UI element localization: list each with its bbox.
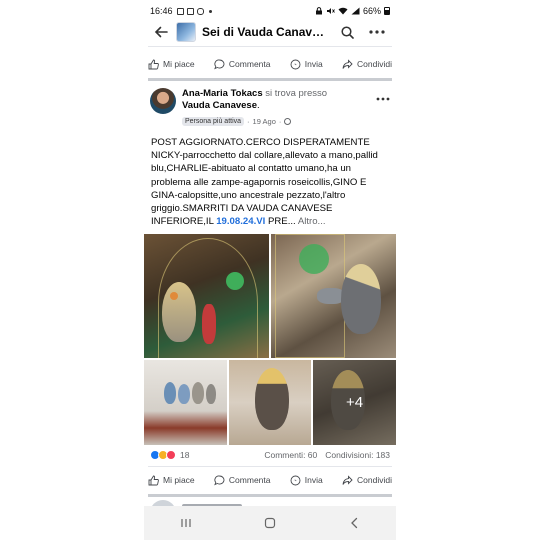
- reactions-row: 18 Commenti: 60 Condivisioni: 183: [150, 448, 390, 462]
- globe-icon: [284, 118, 292, 125]
- battery-percent: 66%: [362, 6, 381, 16]
- post-date-highlight: 19.08.24.VI: [216, 216, 266, 228]
- header-divider: [148, 46, 392, 47]
- recent-apps-icon: [181, 519, 191, 527]
- comment-label: Commenta: [228, 475, 271, 485]
- app-header: Sei di Vauda Canavese...: [144, 18, 396, 46]
- gallery-icon: [176, 7, 184, 15]
- share-button[interactable]: Condividi: [342, 58, 392, 70]
- author-avatar[interactable]: [150, 88, 176, 114]
- like-label: Mi piace: [163, 59, 195, 69]
- recent-apps-button[interactable]: [171, 511, 201, 535]
- engagement-counts: Commenti: 60 Condivisioni: 183: [264, 450, 390, 460]
- location-prefix: si trova presso: [265, 88, 328, 99]
- like-label: Mi piace: [163, 475, 195, 485]
- post-separator: [148, 78, 392, 81]
- post-text: POST AGGIORNATO.CERCO DISPERATAMENTE NIC…: [151, 137, 378, 228]
- home-icon: [264, 517, 276, 529]
- share-button[interactable]: Condividi: [342, 474, 392, 486]
- instagram-icon: [196, 7, 204, 15]
- back-arrow-icon: [154, 26, 168, 38]
- send-button[interactable]: Invia: [290, 475, 323, 486]
- top-contributor-badge: Persona più attiva: [182, 117, 245, 126]
- share-icon: [342, 58, 353, 69]
- send-button[interactable]: Invia: [290, 59, 323, 70]
- status-time: 16:46: [150, 6, 173, 16]
- top-action-bar: Mi piace Commenta Invia Condividi: [144, 53, 396, 75]
- author-name[interactable]: Ana-Maria Tokacs: [182, 88, 263, 99]
- chevron-left-icon: [351, 517, 358, 529]
- post-body: POST AGGIORNATO.CERCO DISPERATAMENTE NIC…: [151, 136, 388, 228]
- phone-screen: 16:46 66% Sei di Vauda Canavese...: [144, 0, 396, 540]
- post-header: Ana-Maria Tokacs si trova presso Vauda C…: [150, 88, 390, 130]
- photo-1[interactable]: [144, 234, 269, 358]
- messenger-icon: [290, 475, 301, 485]
- post-text-tail: PRE...: [265, 216, 296, 228]
- home-button[interactable]: [255, 511, 285, 535]
- system-icons: 66%: [315, 6, 390, 16]
- post-separator: [148, 494, 392, 497]
- battery-icon: [384, 7, 390, 15]
- reactions-count[interactable]: 18: [180, 450, 189, 460]
- photo-3[interactable]: [144, 360, 227, 445]
- more-horizontal-icon: [369, 30, 385, 34]
- search-button[interactable]: [336, 21, 358, 43]
- more-notifications-icon: [208, 9, 212, 13]
- author-line: Ana-Maria Tokacs si trova presso Vauda C…: [182, 88, 328, 111]
- photo-4[interactable]: [229, 360, 311, 445]
- like-button[interactable]: Mi piace: [148, 59, 195, 70]
- like-button[interactable]: Mi piace: [148, 475, 195, 486]
- nav-back-button[interactable]: [339, 511, 369, 535]
- see-more-link[interactable]: Altro...: [298, 216, 326, 227]
- comment-button[interactable]: Commenta: [214, 475, 271, 486]
- post-time[interactable]: 19 Ago: [253, 117, 276, 126]
- messenger-icon: [290, 59, 301, 69]
- send-label: Invia: [304, 59, 323, 69]
- share-icon: [342, 474, 353, 485]
- comments-count[interactable]: Commenti: 60: [264, 450, 317, 460]
- share-label: Condividi: [357, 59, 392, 69]
- more-photos-count: +4: [345, 394, 364, 411]
- mute-icon: [326, 8, 335, 14]
- photo-icon: [186, 7, 194, 15]
- signal-icon: [351, 7, 360, 15]
- photo-2[interactable]: [271, 234, 396, 358]
- notification-icons: [176, 7, 212, 15]
- more-photos-overlay[interactable]: +4: [313, 360, 396, 445]
- system-nav-bar: [144, 506, 396, 540]
- photo-grid: +4: [144, 234, 396, 445]
- thumbs-up-icon: [148, 475, 159, 485]
- post-meta: Persona più attiva · 19 Ago ·: [182, 117, 292, 126]
- back-button[interactable]: [152, 23, 170, 41]
- comment-button[interactable]: Commenta: [214, 59, 271, 70]
- shares-count[interactable]: Condivisioni: 183: [325, 450, 390, 460]
- reactions-divider: [148, 466, 392, 467]
- lock-icon: [315, 7, 322, 15]
- wifi-icon: [338, 7, 348, 15]
- thumbs-up-icon: [148, 59, 159, 69]
- more-horizontal-icon: [376, 97, 390, 101]
- love-reaction-icon: [166, 450, 176, 460]
- page-title[interactable]: Sei di Vauda Canavese...: [202, 25, 328, 39]
- location-name[interactable]: Vauda Canavese: [182, 100, 257, 111]
- more-options-button[interactable]: [366, 21, 388, 43]
- share-label: Condividi: [357, 475, 392, 485]
- status-bar: 16:46 66%: [150, 4, 390, 18]
- send-label: Invia: [304, 475, 323, 485]
- comment-label: Commenta: [228, 59, 271, 69]
- group-avatar[interactable]: [176, 22, 196, 42]
- reaction-icons[interactable]: [150, 450, 176, 460]
- photo-5[interactable]: +4: [313, 360, 396, 445]
- search-icon: [340, 25, 354, 39]
- comment-icon: [214, 59, 225, 69]
- post-options-button[interactable]: [376, 88, 390, 106]
- post-action-bar: Mi piace Commenta Invia Condividi: [144, 469, 396, 491]
- comment-icon: [214, 475, 225, 485]
